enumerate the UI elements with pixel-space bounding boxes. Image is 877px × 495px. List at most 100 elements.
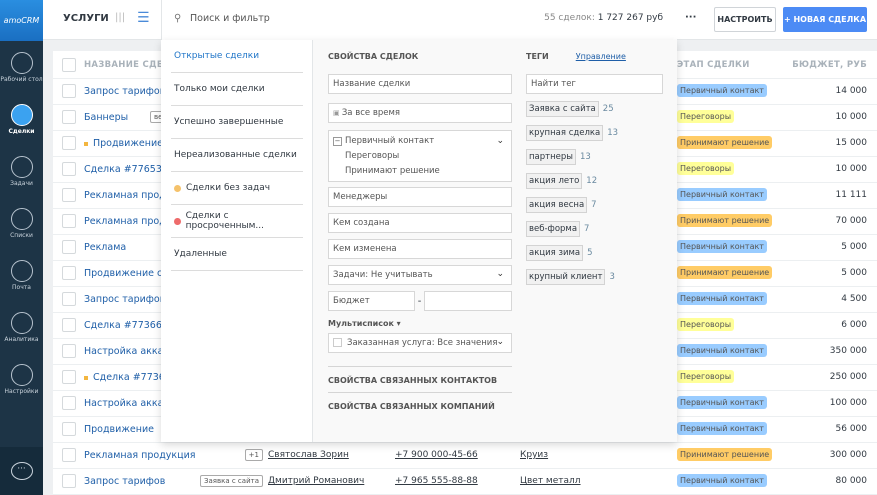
tag-item[interactable]: Заявка с сайта 25 — [526, 100, 664, 118]
managers-input[interactable]: Менеджеры — [328, 187, 512, 207]
table-row[interactable]: Рекламная продукция +1 Святослав Зорин +7 9… — [53, 443, 877, 469]
column-stage[interactable]: ЭТАП СДЕЛКИ — [677, 60, 750, 70]
sidebar-item[interactable]: Рабочий стол — [0, 41, 43, 93]
phone-link[interactable]: +7 900 000-45-66 — [395, 450, 478, 460]
modified-by-input[interactable]: Кем изменена — [328, 239, 512, 259]
stages-select[interactable]: − Первичный контакт Переговоры Принимают … — [328, 130, 512, 182]
contact-link[interactable]: Дмитрий Романович — [268, 476, 364, 486]
multilist-toggle[interactable]: Мультисписок ▾ — [328, 319, 512, 328]
tags-manage-link[interactable]: Управление — [576, 52, 626, 61]
tag-item[interactable]: крупная сделка 13 — [526, 124, 664, 142]
tag-item[interactable]: акция весна 7 — [526, 196, 664, 214]
company-link[interactable]: Цвет металл — [520, 476, 581, 486]
budget-value: 5 000 — [841, 268, 867, 278]
filter-preset[interactable]: Сделки с просроченным... — [171, 205, 303, 238]
filter-preset[interactable]: Сделки без задач — [171, 172, 303, 205]
row-checkbox[interactable] — [62, 292, 76, 306]
budget-value: 56 000 — [835, 424, 868, 434]
sidebar-item[interactable]: Настройки — [0, 353, 43, 405]
deal-name-link[interactable]: Реклама — [84, 242, 126, 253]
row-checkbox[interactable] — [62, 422, 76, 436]
row-checkbox[interactable] — [62, 162, 76, 176]
search-input[interactable]: Поиск и фильтр — [190, 13, 270, 24]
sidebar-item[interactable]: Сделки — [0, 93, 43, 145]
deal-name-link[interactable]: Запрос тарифов — [84, 476, 165, 487]
filter-preset[interactable]: Успешно завершенные — [171, 106, 303, 139]
row-checkbox[interactable] — [62, 370, 76, 384]
period-select[interactable]: ▣ За все время — [328, 103, 512, 123]
service-checkbox[interactable] — [333, 338, 342, 347]
collapse-icon: − — [333, 137, 342, 146]
budget-value: 350 000 — [829, 346, 867, 356]
section-title: СВОЙСТВА СДЕЛОК — [328, 52, 419, 61]
row-checkbox[interactable] — [62, 240, 76, 254]
tag-item[interactable]: веб-форма 7 — [526, 220, 664, 238]
list-view-icon[interactable]: ☰ — [137, 10, 150, 26]
row-checkbox[interactable] — [62, 188, 76, 202]
service-select[interactable]: Заказанная услуга: Все значения ⌄ — [328, 333, 512, 353]
budget-from-input[interactable]: Бюджет — [328, 291, 415, 311]
chat-button[interactable]: ··· — [0, 447, 43, 495]
row-checkbox[interactable] — [62, 396, 76, 410]
sidebar-item[interactable]: Аналитика — [0, 301, 43, 353]
nav-icon — [10, 363, 33, 386]
budget-to-input[interactable] — [424, 291, 512, 311]
sidebar-item[interactable]: Списки — [0, 197, 43, 249]
filter-preset[interactable]: Только мои сделки — [171, 73, 303, 106]
row-checkbox[interactable] — [62, 214, 76, 228]
status-dot-icon — [174, 217, 181, 225]
phone-link[interactable]: +7 965 555-88-88 — [395, 476, 478, 486]
contact-link[interactable]: Святослав Зорин — [268, 450, 349, 460]
row-checkbox[interactable] — [62, 136, 76, 150]
column-budget[interactable]: БЮДЖЕТ, РУБ — [792, 60, 867, 70]
stage-badge: Переговоры — [677, 162, 735, 175]
deal-name-link[interactable]: Запрос тарифов — [84, 294, 165, 305]
budget-value: 80 000 — [835, 476, 868, 486]
filter-preset[interactable]: Открытые сделки — [171, 40, 303, 73]
filter-preset[interactable]: Нереализованные сделки — [171, 139, 303, 172]
deal-properties: СВОЙСТВА СДЕЛОК Название сделки ▣ За все… — [328, 40, 512, 418]
deal-name-link[interactable]: Баннеры — [84, 112, 128, 123]
tag-search-input[interactable]: Найти тег — [526, 74, 663, 94]
table-row[interactable]: Запрос тарифов Заявка с сайта Дмитрий Рома… — [53, 469, 877, 495]
configure-button[interactable]: НАСТРОИТЬ — [714, 7, 776, 32]
deal-name-link[interactable]: Продвижение — [84, 424, 154, 435]
more-button[interactable]: ··· — [685, 12, 696, 23]
stage-badge: Первичный контакт — [677, 240, 767, 253]
created-by-input[interactable]: Кем создана — [328, 213, 512, 233]
new-deal-button[interactable]: + НОВАЯ СДЕЛКА — [783, 7, 867, 32]
tasks-select[interactable]: Задачи: Не учитывать ⌄ — [328, 265, 512, 285]
search-icon: ⚲ — [174, 13, 182, 24]
deal-tag[interactable]: +1 — [244, 449, 263, 461]
deal-name-input[interactable]: Название сделки — [328, 74, 512, 94]
filter-preset[interactable]: Удаленные — [171, 238, 303, 271]
deal-name-link[interactable]: Запрос тарифов — [84, 86, 165, 97]
contacts-properties-toggle[interactable]: СВОЙСТВА СВЯЗАННЫХ КОНТАКТОВ — [328, 376, 512, 392]
companies-properties-toggle[interactable]: СВОЙСТВА СВЯЗАННЫХ КОМПАНИЙ — [328, 402, 512, 418]
deal-tag[interactable]: Заявка с сайта — [200, 475, 263, 487]
pipeline-view-icon[interactable]: ||| — [115, 12, 125, 23]
sidebar-item-label: Задачи — [10, 179, 33, 187]
sidebar-item[interactable]: Почта — [0, 249, 43, 301]
row-checkbox[interactable] — [62, 318, 76, 332]
select-all-checkbox[interactable] — [62, 58, 76, 72]
row-checkbox[interactable] — [62, 110, 76, 124]
stage-option[interactable]: Переговоры — [333, 149, 507, 164]
tag-item[interactable]: акция лето 12 — [526, 172, 664, 190]
deal-name-link[interactable]: Рекламная продукция — [84, 450, 195, 461]
company-link[interactable]: Круиз — [520, 450, 548, 460]
tag-item[interactable]: крупный клиент 3 — [526, 268, 664, 286]
row-checkbox[interactable] — [62, 266, 76, 280]
tag-item[interactable]: партнеры 13 — [526, 148, 664, 166]
budget-value: 15 000 — [835, 138, 868, 148]
stage-option[interactable]: Принимают решение — [333, 164, 507, 179]
sidebar-item[interactable]: Задачи — [0, 145, 43, 197]
row-checkbox[interactable] — [62, 448, 76, 462]
search-bar[interactable]: ⚲ Поиск и фильтр 55 сделок: 1 727 267 ру… — [161, 0, 677, 40]
row-checkbox[interactable] — [62, 344, 76, 358]
tag-item[interactable]: акция зима 5 — [526, 244, 664, 262]
row-checkbox[interactable] — [62, 474, 76, 488]
logo[interactable]: amoCRM — [0, 0, 43, 41]
deal-name-link[interactable]: Продвижение б — [84, 138, 172, 149]
row-checkbox[interactable] — [62, 84, 76, 98]
